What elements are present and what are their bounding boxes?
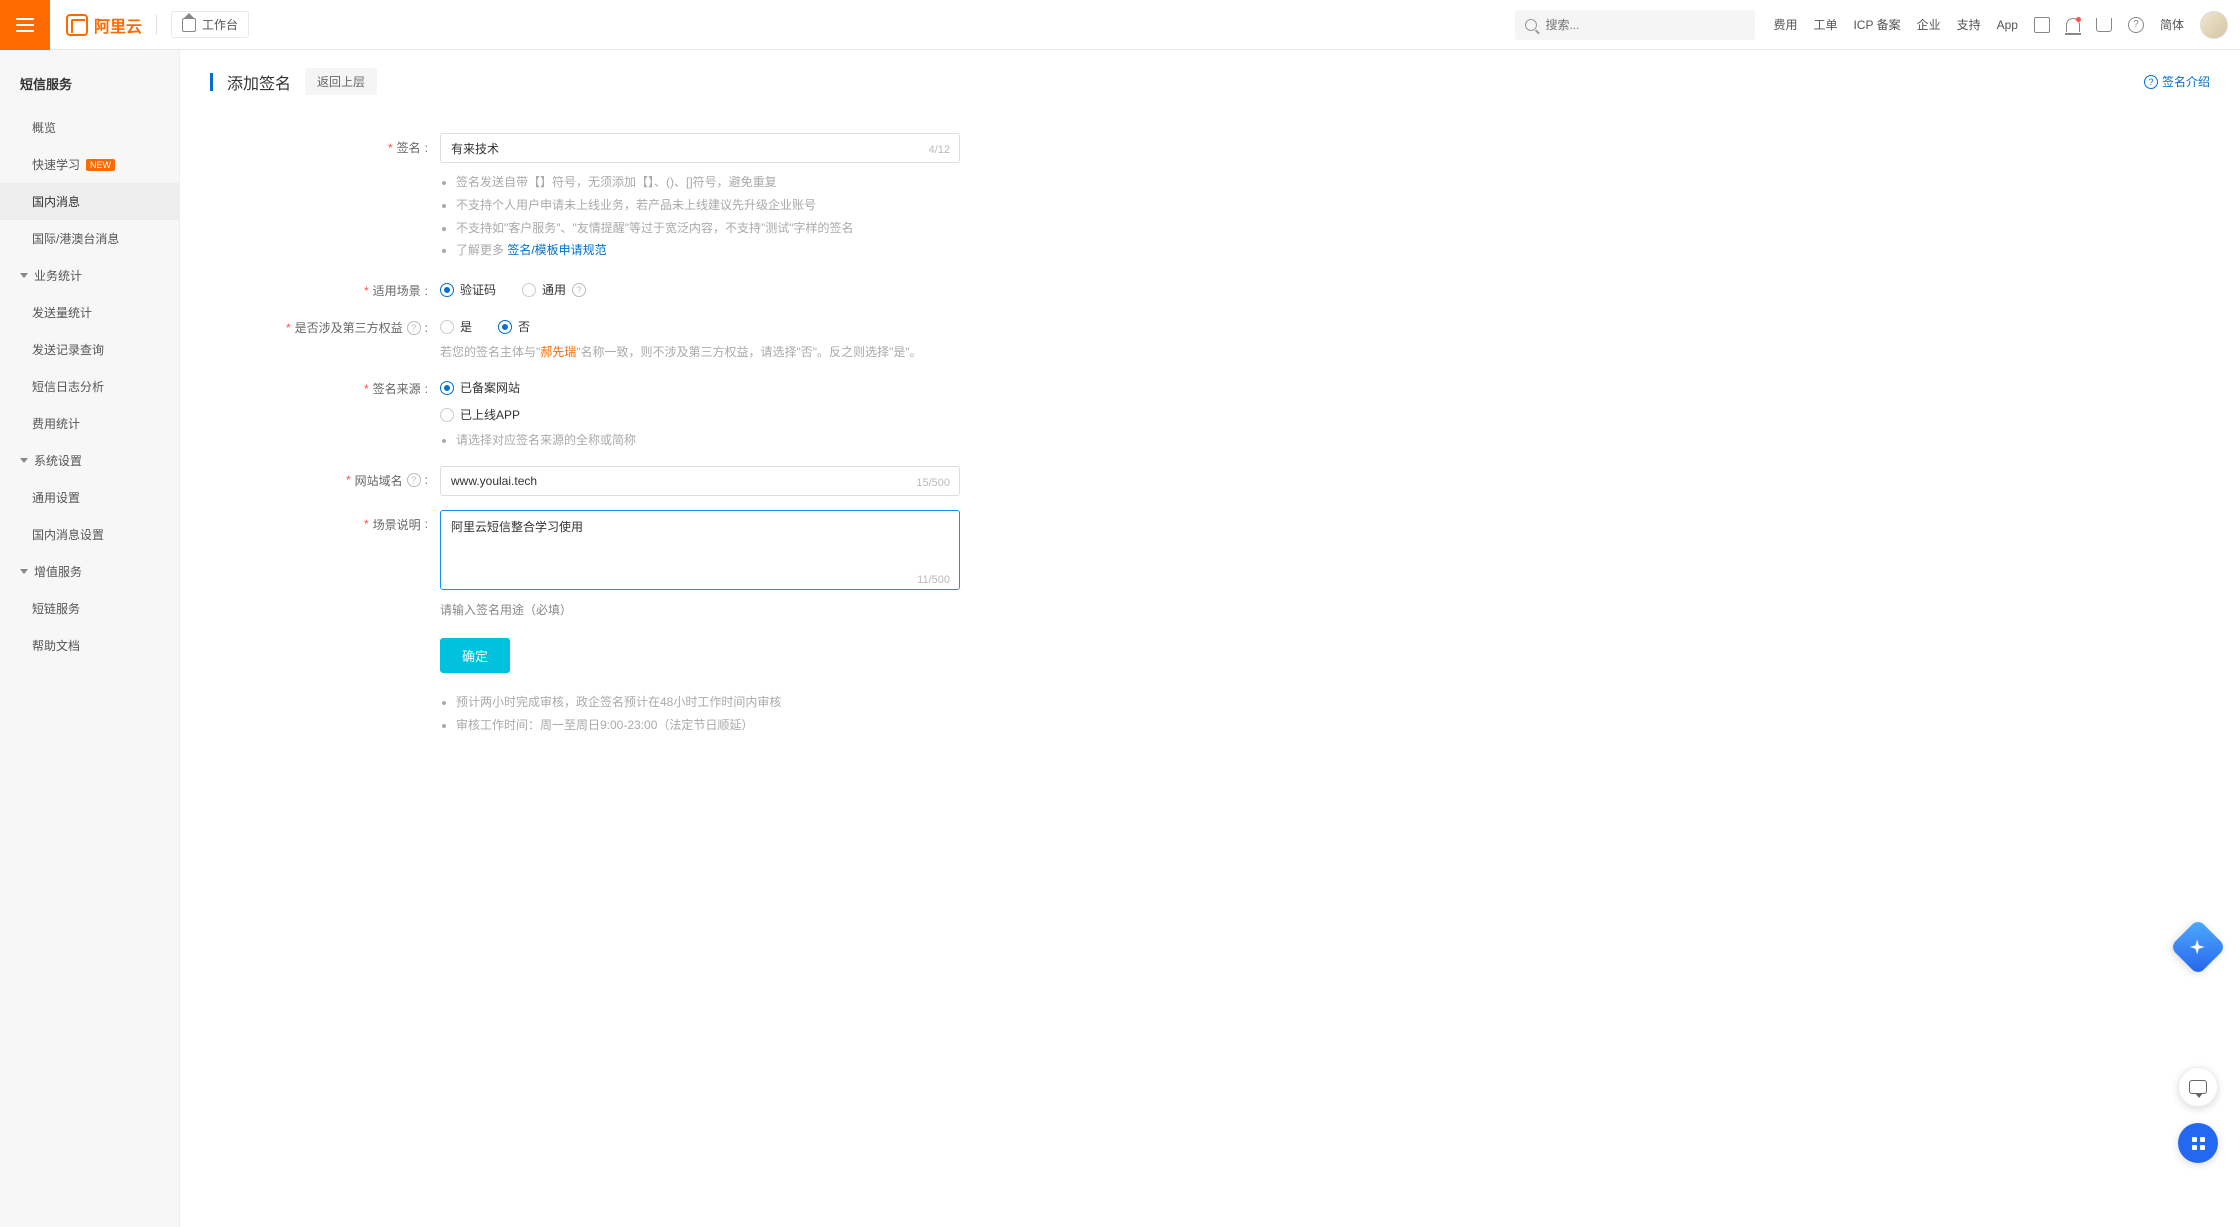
thirdparty-hint: 若您的签名主体与"郝先瑞"名称一致，则不涉及第三方权益，请选择"否"。反之则选择… [440,343,960,360]
avatar[interactable] [2200,11,2228,39]
sidebar-group-stats[interactable]: 业务统计 [0,257,179,294]
label-source: 签名来源 [373,380,421,397]
cart-icon[interactable] [2096,18,2112,32]
footer-hint: 预计两小时完成审核，政企签名预计在48小时工作时间内审核 [456,691,960,714]
sidebar-item-sendstats[interactable]: 发送量统计 [0,294,179,331]
label-thirdparty: 是否涉及第三方权益 [295,319,403,336]
caret-icon [20,569,28,574]
radio-icon [498,320,512,334]
title-accent [210,73,213,91]
feedback-button[interactable] [2178,1067,2218,1107]
desc-hint: 请输入签名用途（必填） [440,601,960,618]
bird-icon [2188,937,2208,957]
sidebar-item-sendrecord[interactable]: 发送记录查询 [0,331,179,368]
workbench-button[interactable]: 工作台 [171,11,249,38]
caret-icon [20,458,28,463]
sidebar-item-domesticset[interactable]: 国内消息设置 [0,516,179,553]
hint-text: 不支持个人用户申请未上线业务，若产品未上线建议先升级企业账号 [456,194,960,217]
nav-app[interactable]: App [1997,18,2018,32]
footer-hint: 审核工作时间：周一至周日9:00-23:00（法定节日顺延） [456,714,960,737]
question-icon[interactable]: ? [572,283,586,297]
sidebar-item-helpdoc[interactable]: 帮助文档 [0,627,179,664]
nav-enterprise[interactable]: 企业 [1917,16,1941,33]
search-box[interactable] [1515,10,1755,40]
home-icon [182,18,196,32]
sidebar-item-feestats[interactable]: 费用统计 [0,405,179,442]
hint-more: 了解更多 签名/模板申请规范 [456,239,960,262]
nav-fee[interactable]: 费用 [1773,16,1797,33]
radio-icon [440,320,454,334]
logo-icon [66,14,88,36]
sidebar-item-smslog[interactable]: 短信日志分析 [0,368,179,405]
radio-source-web[interactable]: 已备案网站 [440,379,960,396]
hint-text: 不支持如"客户服务"、"友情提醒"等过于宽泛内容，不支持"测试"字样的签名 [456,217,960,240]
submit-button[interactable]: 确定 [440,638,510,673]
label-domain: 网站域名 [355,472,403,489]
nav-support[interactable]: 支持 [1957,16,1981,33]
sidebar-item-general[interactable]: 通用设置 [0,479,179,516]
sidebar-group-addon[interactable]: 增值服务 [0,553,179,590]
menu-toggle[interactable] [0,0,50,50]
lang-switch[interactable]: 简体 [2160,16,2184,33]
sidebar: 短信服务 概览 快速学习 NEW 国内消息 国际/港澳台消息 业务统计 发送量统… [0,50,180,1227]
radio-icon [440,408,454,422]
help-link[interactable]: ? 签名介绍 [2144,73,2210,90]
source-hint: 请选择对应签名来源的全称或简称 [456,429,960,452]
label-signature: 签名 [397,139,421,156]
desc-counter: 11/500 [917,574,950,586]
question-icon[interactable]: ? [407,473,421,487]
nav-ticket[interactable]: 工单 [1813,16,1837,33]
sidebar-item-quicklearn[interactable]: 快速学习 NEW [0,146,179,183]
radio-icon [440,283,454,297]
radio-icon [440,381,454,395]
domain-input[interactable] [440,466,960,496]
radio-third-no[interactable]: 否 [498,318,530,335]
cloudshell-icon[interactable] [2034,17,2050,33]
logo-text: 阿里云 [94,13,142,37]
sidebar-item-intl[interactable]: 国际/港澳台消息 [0,220,179,257]
caret-icon [20,273,28,278]
spec-link[interactable]: 签名/模板申请规范 [507,243,606,257]
help-icon[interactable]: ? [2128,17,2144,33]
radio-source-app[interactable]: 已上线APP [440,406,960,423]
logo[interactable]: 阿里云 [66,13,142,37]
signature-counter: 4/12 [929,144,950,156]
notification-dot [2076,17,2081,22]
sidebar-title: 短信服务 [0,66,179,109]
radio-scene-verify[interactable]: 验证码 [440,281,496,298]
radio-third-yes[interactable]: 是 [440,318,472,335]
new-badge: NEW [86,159,115,171]
radio-icon [522,283,536,297]
nav-icp[interactable]: ICP 备案 [1853,16,1900,33]
workbench-label: 工作台 [202,16,238,33]
back-button[interactable]: 返回上层 [305,68,377,95]
search-icon [1525,19,1537,31]
domain-counter: 15/500 [916,477,950,489]
search-input[interactable] [1545,18,1745,32]
sidebar-item-overview[interactable]: 概览 [0,109,179,146]
label-desc: 场景说明 [373,516,421,533]
label-scene: 适用场景 [373,282,421,299]
apps-button[interactable] [2178,1123,2218,1163]
grid-icon [2192,1137,2205,1150]
hamburger-icon [16,18,34,32]
divider [156,15,157,35]
radio-scene-general[interactable]: 通用? [522,281,586,298]
sidebar-group-settings[interactable]: 系统设置 [0,442,179,479]
desc-textarea[interactable] [440,510,960,590]
hint-text: 签名发送自带【】符号，无须添加【】、()、[]符号，避免重复 [456,171,960,194]
bell-icon[interactable] [2066,18,2080,32]
sidebar-item-domestic[interactable]: 国内消息 [0,183,179,220]
chat-icon [2189,1080,2207,1094]
question-icon[interactable]: ? [407,321,421,335]
question-icon: ? [2144,75,2158,89]
sidebar-item-shortlink[interactable]: 短链服务 [0,590,179,627]
signature-input[interactable] [440,133,960,163]
page-title: 添加签名 [227,70,291,94]
